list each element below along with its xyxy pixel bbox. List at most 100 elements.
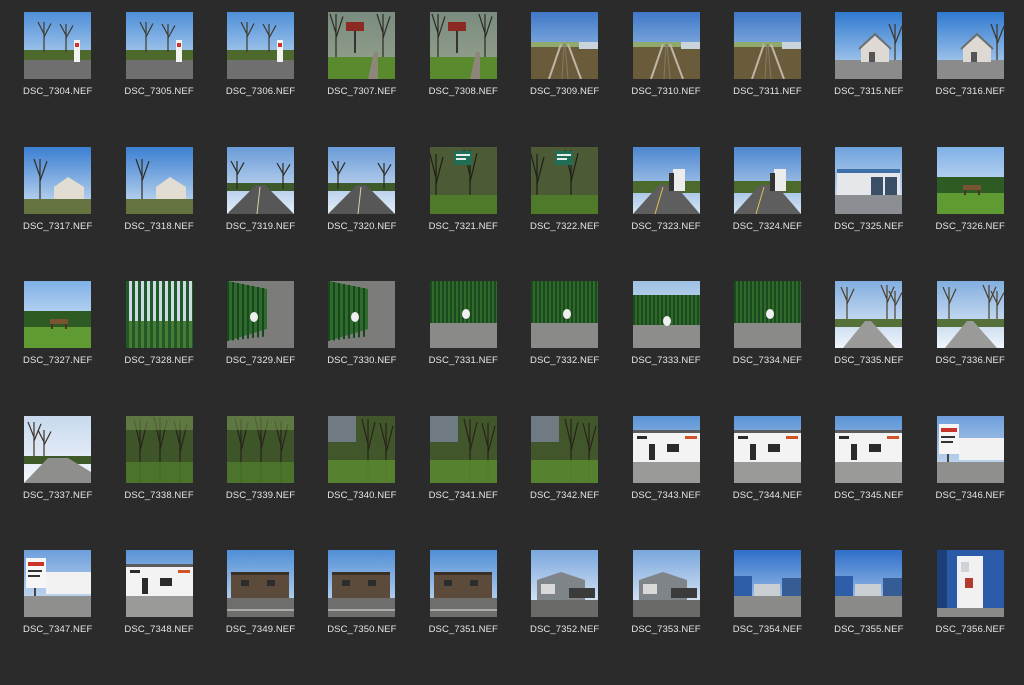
- file-name-label[interactable]: DSC_7329.NEF: [226, 355, 295, 366]
- file-name-label[interactable]: DSC_7321.NEF: [429, 221, 498, 232]
- file-name-label[interactable]: DSC_7354.NEF: [733, 624, 802, 635]
- thumbnail-image[interactable]: [429, 281, 497, 349]
- thumbnail-image[interactable]: [936, 550, 1004, 618]
- file-name-label[interactable]: DSC_7320.NEF: [327, 221, 396, 232]
- thumbnail-item[interactable]: DSC_7327.NEF: [7, 281, 108, 416]
- thumbnail-image[interactable]: [24, 415, 92, 483]
- thumbnail-item[interactable]: DSC_7339.NEF: [210, 415, 311, 551]
- file-name-label[interactable]: DSC_7349.NEF: [226, 624, 295, 635]
- thumbnail-item[interactable]: DSC_7317.NEF: [7, 146, 108, 282]
- thumbnail-item[interactable]: DSC_7356.NEF: [920, 550, 1021, 685]
- thumbnail-image[interactable]: [125, 550, 193, 618]
- file-name-label[interactable]: DSC_7342.NEF: [530, 490, 599, 501]
- thumbnail-image[interactable]: [125, 281, 193, 349]
- file-name-label[interactable]: DSC_7348.NEF: [124, 624, 193, 635]
- file-name-label[interactable]: DSC_7324.NEF: [733, 221, 802, 232]
- thumbnail-image[interactable]: [328, 12, 396, 79]
- file-name-label[interactable]: DSC_7350.NEF: [327, 624, 396, 635]
- thumbnail-item[interactable]: DSC_7352.NEF: [514, 550, 615, 685]
- file-name-label[interactable]: DSC_7310.NEF: [631, 86, 700, 97]
- file-name-label[interactable]: DSC_7328.NEF: [124, 355, 193, 366]
- thumbnail-image[interactable]: [429, 146, 497, 214]
- file-name-label[interactable]: DSC_7344.NEF: [733, 490, 802, 501]
- file-name-label[interactable]: DSC_7311.NEF: [733, 86, 802, 97]
- thumbnail-image[interactable]: [835, 146, 903, 214]
- thumbnail-item[interactable]: DSC_7304.NEF: [7, 12, 108, 147]
- thumbnail-image[interactable]: [24, 146, 92, 214]
- thumbnail-image[interactable]: [429, 550, 497, 618]
- thumbnail-image[interactable]: [531, 12, 599, 79]
- thumbnail-item[interactable]: DSC_7337.NEF: [7, 415, 108, 551]
- thumbnail-image[interactable]: [125, 12, 193, 79]
- thumbnail-item[interactable]: DSC_7320.NEF: [311, 146, 412, 282]
- thumbnail-image[interactable]: [429, 415, 497, 483]
- thumbnail-item[interactable]: DSC_7310.NEF: [615, 12, 716, 147]
- thumbnail-item[interactable]: DSC_7315.NEF: [818, 12, 919, 147]
- file-name-label[interactable]: DSC_7305.NEF: [124, 86, 193, 97]
- file-name-label[interactable]: DSC_7326.NEF: [936, 221, 1005, 232]
- file-name-label[interactable]: DSC_7346.NEF: [936, 490, 1005, 501]
- thumbnail-item[interactable]: DSC_7348.NEF: [108, 550, 209, 685]
- thumbnail-image[interactable]: [531, 281, 599, 349]
- thumbnail-item[interactable]: DSC_7305.NEF: [108, 12, 209, 147]
- thumbnail-item[interactable]: DSC_7334.NEF: [717, 281, 818, 416]
- thumbnail-item[interactable]: DSC_7323.NEF: [615, 146, 716, 282]
- thumbnail-image[interactable]: [733, 12, 801, 79]
- file-name-label[interactable]: DSC_7323.NEF: [631, 221, 700, 232]
- thumbnail-item[interactable]: DSC_7325.NEF: [818, 146, 919, 282]
- thumbnail-item[interactable]: DSC_7346.NEF: [920, 415, 1021, 551]
- thumbnail-item[interactable]: DSC_7345.NEF: [818, 415, 919, 551]
- file-name-label[interactable]: DSC_7337.NEF: [23, 490, 92, 501]
- thumbnail-image[interactable]: [632, 550, 700, 618]
- thumbnail-image[interactable]: [632, 415, 700, 483]
- thumbnail-image[interactable]: [226, 281, 294, 349]
- file-name-label[interactable]: DSC_7340.NEF: [327, 490, 396, 501]
- thumbnail-item[interactable]: DSC_7340.NEF: [311, 415, 412, 551]
- thumbnail-item[interactable]: DSC_7349.NEF: [210, 550, 311, 685]
- file-name-label[interactable]: DSC_7331.NEF: [429, 355, 498, 366]
- thumbnail-item[interactable]: DSC_7322.NEF: [514, 146, 615, 282]
- thumbnail-image[interactable]: [936, 12, 1004, 79]
- thumbnail-item[interactable]: DSC_7309.NEF: [514, 12, 615, 147]
- thumbnail-image[interactable]: [936, 281, 1004, 349]
- file-name-label[interactable]: DSC_7343.NEF: [631, 490, 700, 501]
- thumbnail-image[interactable]: [328, 146, 396, 214]
- thumbnail-item[interactable]: DSC_7311.NEF: [717, 12, 818, 147]
- thumbnail-item[interactable]: DSC_7341.NEF: [413, 415, 514, 551]
- thumbnail-image[interactable]: [835, 12, 903, 79]
- thumbnail-image[interactable]: [226, 12, 294, 79]
- file-name-label[interactable]: DSC_7327.NEF: [23, 355, 92, 366]
- thumbnail-item[interactable]: DSC_7307.NEF: [311, 12, 412, 147]
- thumbnail-image[interactable]: [226, 415, 294, 483]
- thumbnail-image[interactable]: [835, 281, 903, 349]
- thumbnail-image[interactable]: [835, 550, 903, 618]
- thumbnail-item[interactable]: DSC_7330.NEF: [311, 281, 412, 416]
- thumbnail-image[interactable]: [24, 12, 92, 79]
- thumbnail-image[interactable]: [328, 281, 396, 349]
- thumbnail-image[interactable]: [936, 415, 1004, 483]
- file-name-label[interactable]: DSC_7304.NEF: [23, 86, 92, 97]
- file-name-label[interactable]: DSC_7338.NEF: [124, 490, 193, 501]
- thumbnail-image[interactable]: [328, 415, 396, 483]
- thumbnail-image[interactable]: [531, 415, 599, 483]
- file-name-label[interactable]: DSC_7353.NEF: [631, 624, 700, 635]
- thumbnail-item[interactable]: DSC_7326.NEF: [920, 146, 1021, 282]
- thumbnail-image[interactable]: [125, 415, 193, 483]
- thumbnail-item[interactable]: DSC_7344.NEF: [717, 415, 818, 551]
- thumbnail-item[interactable]: DSC_7338.NEF: [108, 415, 209, 551]
- file-name-label[interactable]: DSC_7319.NEF: [226, 221, 295, 232]
- thumbnail-image[interactable]: [429, 12, 497, 79]
- thumbnail-item[interactable]: DSC_7354.NEF: [717, 550, 818, 685]
- thumbnail-item[interactable]: DSC_7331.NEF: [413, 281, 514, 416]
- file-name-label[interactable]: DSC_7325.NEF: [834, 221, 903, 232]
- file-name-label[interactable]: DSC_7341.NEF: [429, 490, 498, 501]
- thumbnail-image[interactable]: [24, 281, 92, 349]
- file-name-label[interactable]: DSC_7345.NEF: [834, 490, 903, 501]
- thumbnail-item[interactable]: DSC_7335.NEF: [818, 281, 919, 416]
- thumbnail-image[interactable]: [835, 415, 903, 483]
- file-name-label[interactable]: DSC_7317.NEF: [23, 221, 92, 232]
- thumbnail-item[interactable]: DSC_7329.NEF: [210, 281, 311, 416]
- thumbnail-item[interactable]: DSC_7319.NEF: [210, 146, 311, 282]
- file-name-label[interactable]: DSC_7356.NEF: [936, 624, 1005, 635]
- thumbnail-image[interactable]: [733, 415, 801, 483]
